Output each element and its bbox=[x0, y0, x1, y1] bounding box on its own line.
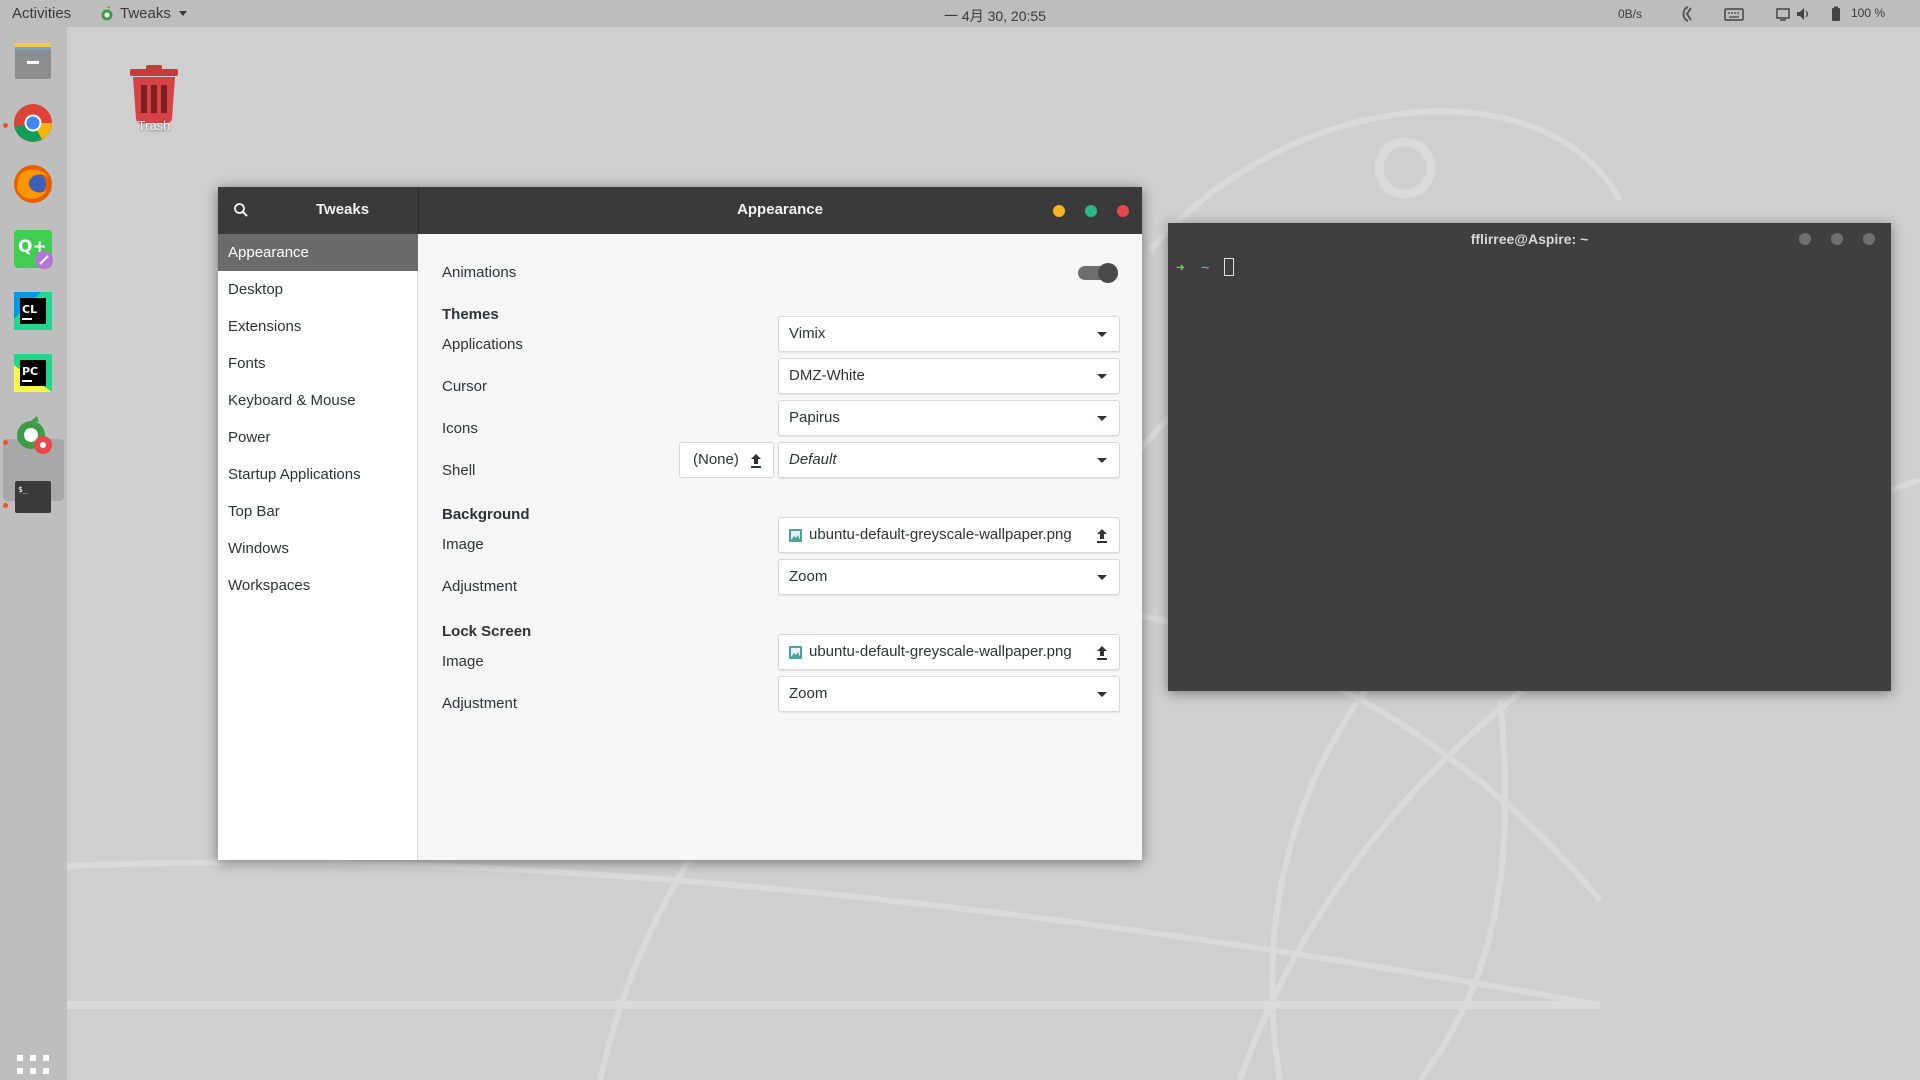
terminal-title: fflirree@Aspire: ~ bbox=[1470, 231, 1589, 247]
running-indicator bbox=[3, 440, 8, 445]
page-title: Appearance bbox=[737, 201, 823, 218]
animations-label: Animations bbox=[442, 264, 517, 281]
top-bar: Activities Tweaks 一 4月 30, 20:55 0B/s 10… bbox=[0, 0, 1920, 27]
keyboard-icon bbox=[1724, 8, 1744, 21]
maximize-button[interactable] bbox=[1085, 205, 1097, 217]
icons-theme-select[interactable]: Papirus bbox=[778, 400, 1120, 436]
sidebar-item-workspaces[interactable]: Workspaces bbox=[218, 567, 418, 604]
sidebar-item-extensions[interactable]: Extensions bbox=[218, 308, 418, 345]
battery-icon bbox=[1832, 6, 1840, 21]
icons-label: Icons bbox=[442, 420, 478, 437]
tweaks-window: Tweaks Appearance Appearance Desktop Ext… bbox=[218, 187, 1142, 860]
chevron-down-icon bbox=[1097, 692, 1107, 697]
shell-theme-select[interactable]: Default bbox=[778, 442, 1120, 478]
applications-theme-select[interactable]: Vimix bbox=[778, 316, 1120, 352]
background-header: Background bbox=[442, 506, 530, 523]
display-icon bbox=[1776, 8, 1790, 21]
lock-image-label: Image bbox=[442, 653, 484, 670]
chevron-down-icon bbox=[1097, 575, 1107, 580]
appearance-panel: Animations Themes Applications Vimix Cur… bbox=[418, 234, 1142, 860]
cursor-label: Cursor bbox=[442, 378, 488, 395]
lock-adjustment-label: Adjustment bbox=[442, 695, 518, 712]
animations-toggle[interactable] bbox=[1078, 262, 1120, 284]
background-image-button[interactable]: ubuntu-default-greyscale-wallpaper.png bbox=[778, 517, 1120, 553]
app-title: Tweaks bbox=[316, 201, 370, 218]
prompt-arrow: ➜ bbox=[1176, 260, 1185, 276]
qtcreator-icon[interactable]: Q+ bbox=[11, 227, 55, 271]
sidebar-item-windows[interactable]: Windows bbox=[218, 530, 418, 567]
tweaks-icon[interactable] bbox=[11, 413, 55, 457]
svg-text:$_: $_ bbox=[18, 485, 28, 494]
lock-image-button[interactable]: ubuntu-default-greyscale-wallpaper.png bbox=[778, 634, 1120, 670]
sidebar-item-desktop[interactable]: Desktop bbox=[218, 271, 418, 308]
sidebar-item-appearance[interactable]: Appearance bbox=[218, 234, 418, 271]
background-image-label: Image bbox=[442, 536, 484, 553]
applications-label: Applications bbox=[442, 336, 523, 353]
background-adjustment-label: Adjustment bbox=[442, 578, 518, 595]
network-monitor-icon bbox=[1682, 6, 1692, 22]
sidebar: Appearance Desktop Extensions Fonts Keyb… bbox=[218, 234, 418, 860]
minimize-button[interactable] bbox=[1053, 205, 1065, 217]
upload-icon bbox=[1097, 646, 1107, 660]
volume-icon bbox=[1797, 8, 1809, 20]
applications-theme-value: Vimix bbox=[789, 325, 826, 342]
chevron-down-icon bbox=[1097, 374, 1107, 379]
sidebar-item-startup-applications[interactable]: Startup Applications bbox=[218, 456, 418, 493]
background-adjustment-select[interactable]: Zoom bbox=[778, 559, 1120, 595]
tweaks-headerbar: Tweaks Appearance bbox=[218, 187, 1142, 234]
upload-icon bbox=[1097, 529, 1107, 543]
image-file-icon bbox=[789, 646, 802, 659]
pycharm-icon[interactable]: PC bbox=[11, 351, 55, 395]
files-icon[interactable] bbox=[11, 39, 55, 83]
terminal-cursor bbox=[1223, 258, 1234, 276]
lock-screen-header: Lock Screen bbox=[442, 623, 532, 640]
lock-image-value: ubuntu-default-greyscale-wallpaper.png bbox=[809, 643, 1072, 660]
dock: Q+ CL PC $_ bbox=[0, 27, 67, 1080]
shell-label: Shell bbox=[442, 462, 476, 479]
svg-text:CL: CL bbox=[22, 303, 37, 316]
network-speed: 0B/s bbox=[1618, 7, 1643, 21]
terminal-maximize-button[interactable] bbox=[1831, 233, 1843, 245]
icons-theme-value: Papirus bbox=[789, 409, 840, 426]
terminal-minimize-button[interactable] bbox=[1799, 233, 1811, 245]
chevron-down-icon bbox=[1097, 332, 1107, 337]
running-indicator bbox=[3, 503, 8, 508]
sidebar-item-keyboard-mouse[interactable]: Keyboard & Mouse bbox=[218, 382, 418, 419]
close-button[interactable] bbox=[1117, 205, 1129, 217]
running-indicator bbox=[3, 123, 8, 128]
clion-icon[interactable]: CL bbox=[11, 289, 55, 333]
sidebar-item-power[interactable]: Power bbox=[218, 419, 418, 456]
terminal-close-button[interactable] bbox=[1863, 233, 1875, 245]
cursor-theme-select[interactable]: DMZ-White bbox=[778, 358, 1120, 394]
lock-adjustment-select[interactable]: Zoom bbox=[778, 676, 1120, 712]
sidebar-item-top-bar[interactable]: Top Bar bbox=[218, 493, 418, 530]
battery-percent: 100 % bbox=[1851, 6, 1886, 20]
chevron-down-icon bbox=[1097, 416, 1107, 421]
lock-adjustment-value: Zoom bbox=[789, 685, 828, 702]
shell-theme-value: Default bbox=[789, 451, 837, 468]
shell-file-button[interactable]: (None) bbox=[679, 442, 774, 478]
cursor-theme-value: DMZ-White bbox=[789, 367, 865, 384]
terminal-icon[interactable]: $_ bbox=[11, 475, 55, 519]
upload-icon bbox=[751, 454, 761, 468]
chrome-icon[interactable] bbox=[11, 101, 55, 145]
terminal-window[interactable]: fflirree@Aspire: ~ ➜ ~ bbox=[1168, 223, 1891, 691]
themes-header: Themes bbox=[442, 306, 499, 323]
firefox-icon[interactable] bbox=[11, 162, 55, 206]
show-applications-icon[interactable] bbox=[16, 1054, 50, 1080]
sidebar-item-fonts[interactable]: Fonts bbox=[218, 345, 418, 382]
background-adjustment-value: Zoom bbox=[789, 568, 828, 585]
chevron-down-icon bbox=[1097, 458, 1107, 463]
trash-label[interactable]: Trash bbox=[118, 118, 190, 133]
prompt-directory: ~ bbox=[1200, 260, 1210, 276]
terminal-prompt[interactable]: ➜ ~ bbox=[1176, 258, 1234, 276]
shell-file-value: (None) bbox=[693, 451, 739, 468]
background-image-value: ubuntu-default-greyscale-wallpaper.png bbox=[809, 526, 1072, 543]
svg-text:PC: PC bbox=[22, 365, 38, 378]
image-file-icon bbox=[789, 529, 802, 542]
